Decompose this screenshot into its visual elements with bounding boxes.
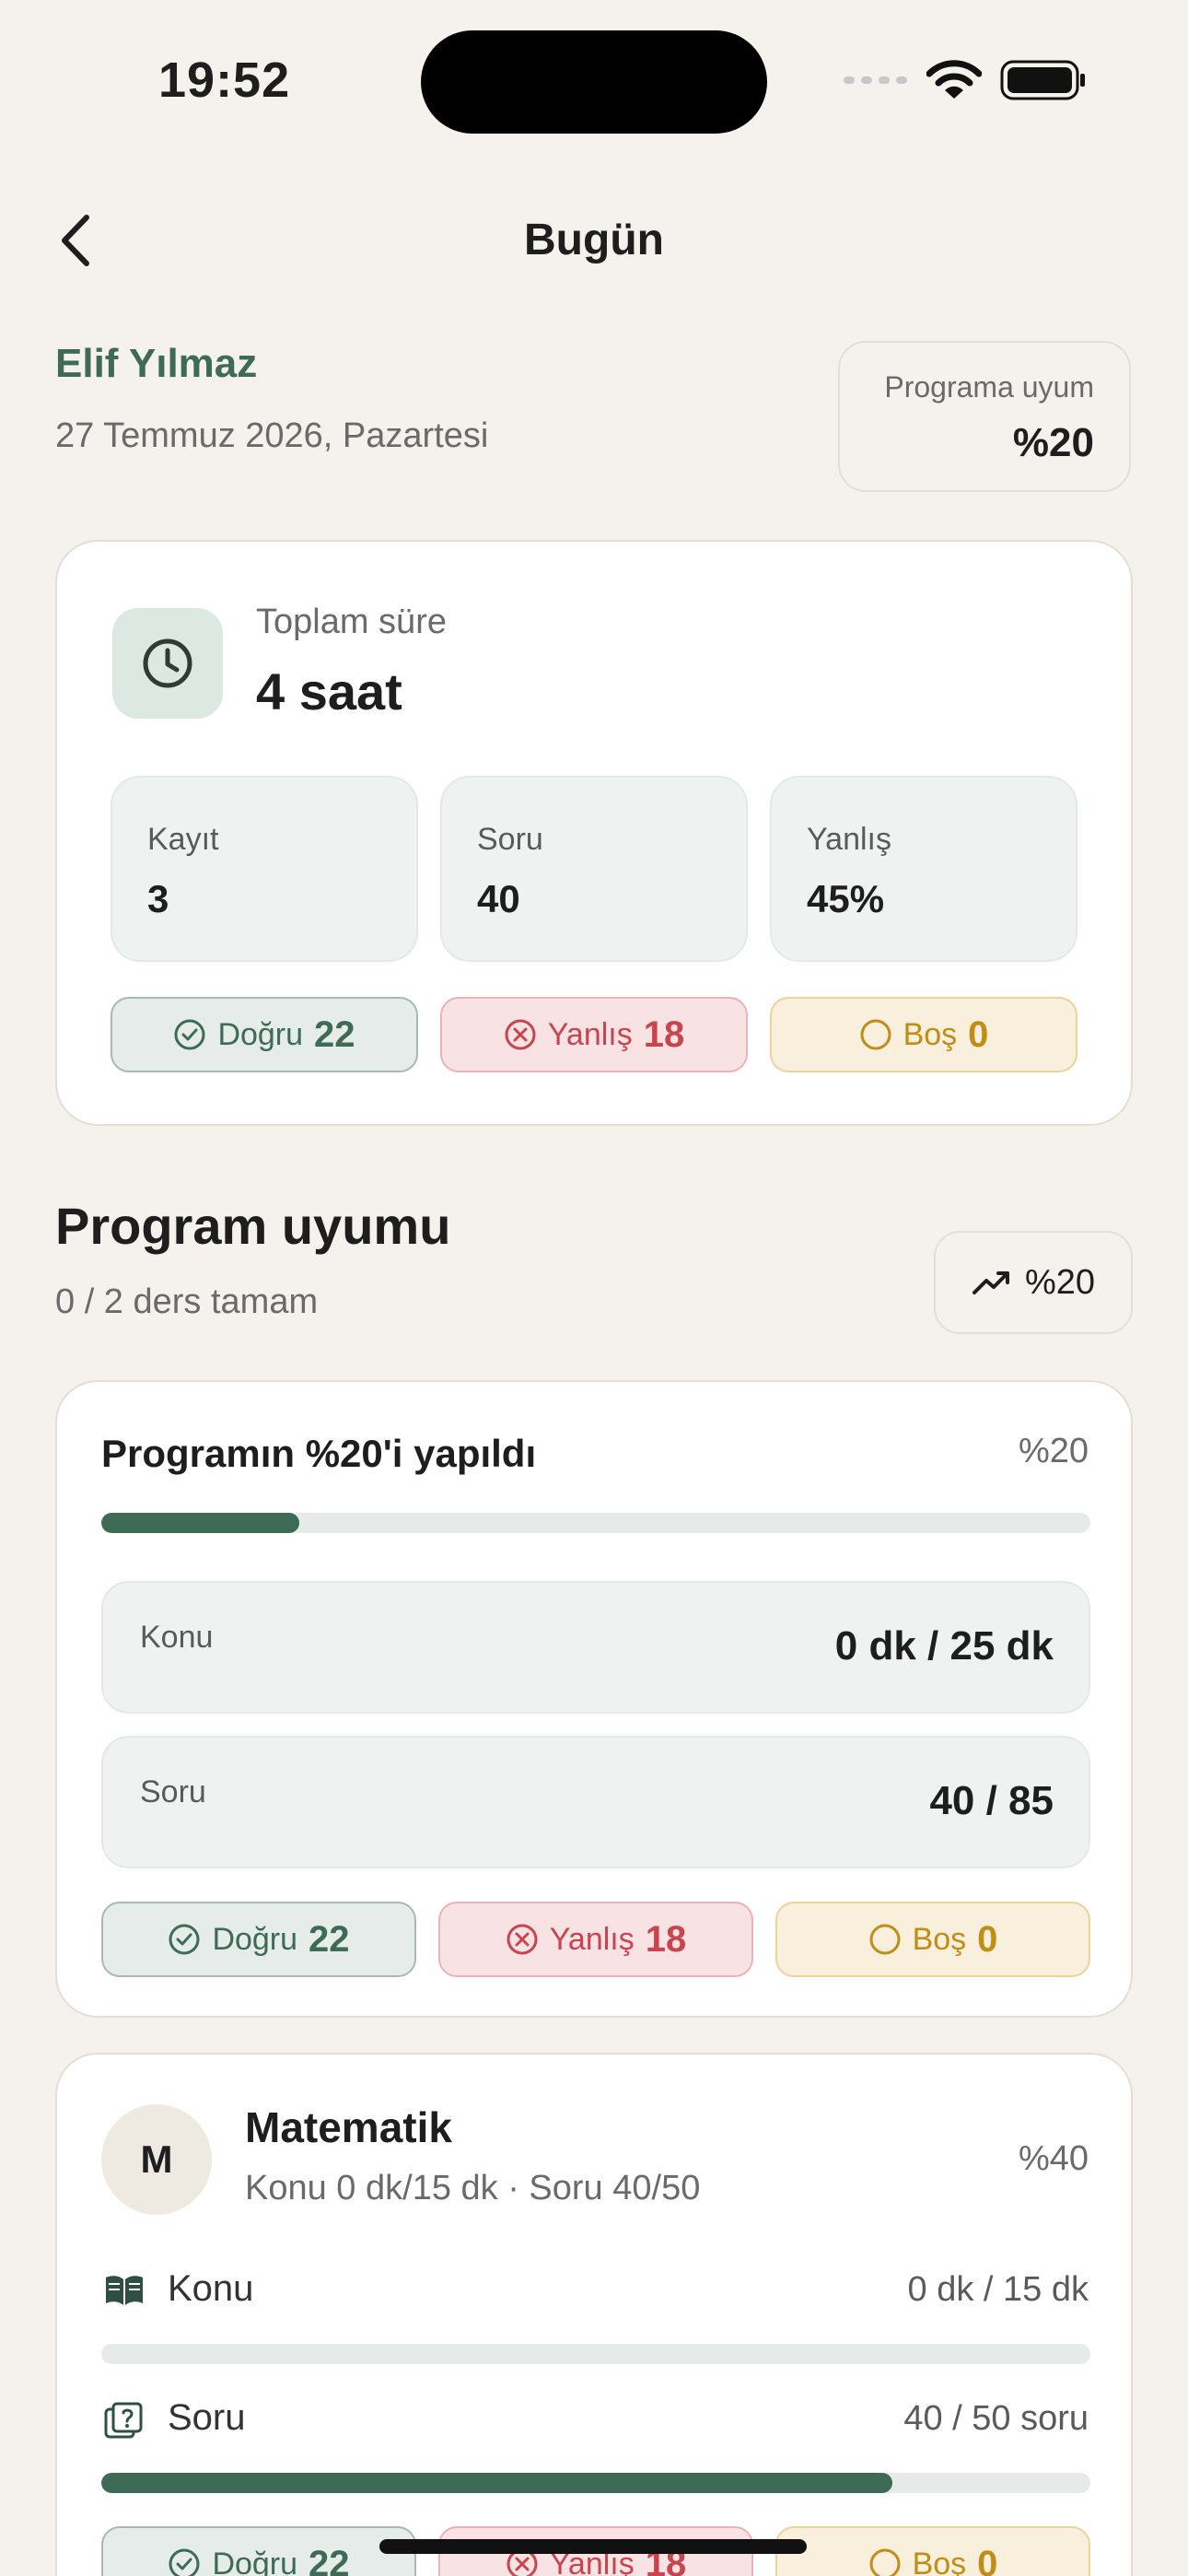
section-subtitle: 0 / 2 ders tamam (55, 1282, 319, 1321)
stat-wrong-rate: Yanlış 45% (770, 776, 1077, 962)
row-label: Soru (140, 1774, 206, 1809)
question-label: Soru (168, 2397, 246, 2438)
empty-value: 0 (977, 1918, 998, 1960)
subject-percent: %40 (1018, 2139, 1089, 2178)
wrong-value: 18 (645, 1918, 687, 1960)
page-title: Bugün (524, 216, 664, 264)
stat-label: Kayıt (147, 822, 219, 857)
topic-label: Konu (168, 2268, 254, 2309)
empty-value: 0 (968, 1013, 989, 1055)
subject-name: Matematik (245, 2103, 452, 2151)
correct-count-badge: Doğru 22 (101, 2526, 416, 2576)
x-circle-icon (505, 1019, 536, 1050)
correct-value: 22 (309, 2543, 350, 2576)
trend-value: %20 (1024, 1262, 1096, 1302)
wrong-count-badge: Yanlış 18 (438, 1902, 753, 1977)
program-progress-fill (101, 1513, 299, 1533)
program-question-row: Soru 40 / 85 (101, 1736, 1090, 1868)
status-icons (840, 57, 1087, 103)
subject-summary: Konu 0 dk/15 dk · Soru 40/50 (245, 2169, 701, 2207)
program-topic-row: Konu 0 dk / 25 dk (101, 1581, 1090, 1714)
check-circle-icon (169, 2548, 200, 2576)
program-progress-bar (101, 1513, 1090, 1533)
circle-icon (869, 2548, 901, 2576)
empty-label: Boş (912, 2546, 967, 2576)
clock-tile (112, 608, 223, 719)
compliance-label: Programa uyum (884, 370, 1094, 404)
empty-value: 0 (977, 2543, 998, 2576)
stat-value: 3 (147, 877, 169, 920)
wrong-value: 18 (643, 1013, 685, 1055)
subject-avatar: M (101, 2104, 212, 2215)
book-open-icon (106, 2276, 143, 2305)
question-value: 40 / 50 soru (903, 2399, 1089, 2438)
check-circle-icon (174, 1019, 205, 1050)
subject-card-matematik[interactable]: M Matematik Konu 0 dk/15 dk · Soru 40/50… (55, 2053, 1133, 2576)
correct-count-badge: Doğru 22 (111, 997, 418, 1072)
program-progress-card: Programın %20'i yapıldı %20 Konu 0 dk / … (55, 1380, 1133, 2018)
user-name: Elif Yılmaz (55, 341, 258, 386)
empty-count-badge: Boş 0 (775, 2526, 1090, 2576)
correct-count-badge: Doğru 22 (101, 1902, 416, 1977)
wifi-icon (926, 60, 982, 99)
correct-value: 22 (314, 1013, 355, 1055)
trend-badge: %20 (934, 1231, 1133, 1334)
status-time: 19:52 (158, 53, 291, 108)
trending-up-icon (972, 1271, 1009, 1294)
empty-label: Boş (912, 1921, 967, 1957)
topic-progress-bar (101, 2344, 1090, 2364)
correct-value: 22 (309, 1918, 350, 1960)
program-progress-percent: %20 (1018, 1432, 1089, 1470)
compliance-value: %20 (1012, 420, 1094, 465)
current-date: 27 Temmuz 2026, Pazartesi (55, 416, 489, 455)
row-value: 0 dk / 25 dk (834, 1623, 1054, 1669)
dynamic-island (421, 30, 767, 134)
total-time-label: Toplam süre (256, 603, 447, 641)
stat-label: Soru (477, 822, 543, 857)
stat-value: 45% (807, 877, 885, 920)
correct-label: Doğru (212, 2546, 298, 2576)
empty-count-badge: Boş 0 (770, 997, 1077, 1072)
wrong-label: Yanlış (547, 1016, 633, 1052)
stat-records: Kayıt 3 (111, 776, 418, 962)
empty-label: Boş (903, 1016, 958, 1052)
stat-questions: Soru 40 (440, 776, 748, 962)
wrong-label: Yanlış (549, 1921, 635, 1957)
cellular-signal-icon (844, 76, 907, 84)
circle-icon (869, 1924, 901, 1955)
row-label: Konu (140, 1620, 214, 1655)
topic-value: 0 dk / 15 dk (907, 2270, 1089, 2309)
home-indicator[interactable] (379, 2539, 807, 2554)
stat-value: 40 (477, 877, 520, 920)
correct-label: Doğru (217, 1016, 304, 1052)
circle-icon (860, 1019, 891, 1050)
row-value: 40 / 85 (929, 1778, 1054, 1823)
stat-label: Yanlış (807, 822, 891, 857)
program-progress-title: Programın %20'i yapıldı (101, 1432, 537, 1475)
daily-summary-card: Toplam süre 4 saat Kayıt 3 Soru 40 Yanlı… (55, 540, 1133, 1126)
empty-count-badge: Boş 0 (775, 1902, 1090, 1977)
check-circle-icon (169, 1924, 200, 1955)
section-title: Program uyumu (55, 1197, 451, 1255)
wrong-count-badge: Yanlış 18 (440, 997, 748, 1072)
question-progress-fill (101, 2473, 893, 2493)
battery-icon (1000, 60, 1085, 100)
compliance-summary: Programa uyum %20 (838, 341, 1131, 492)
question-progress-bar (101, 2473, 1090, 2493)
clock-icon (143, 638, 192, 688)
x-circle-icon (507, 1924, 538, 1955)
total-time-value: 4 saat (256, 662, 402, 720)
question-book-icon (104, 2402, 143, 2439)
correct-label: Doğru (212, 1921, 298, 1957)
